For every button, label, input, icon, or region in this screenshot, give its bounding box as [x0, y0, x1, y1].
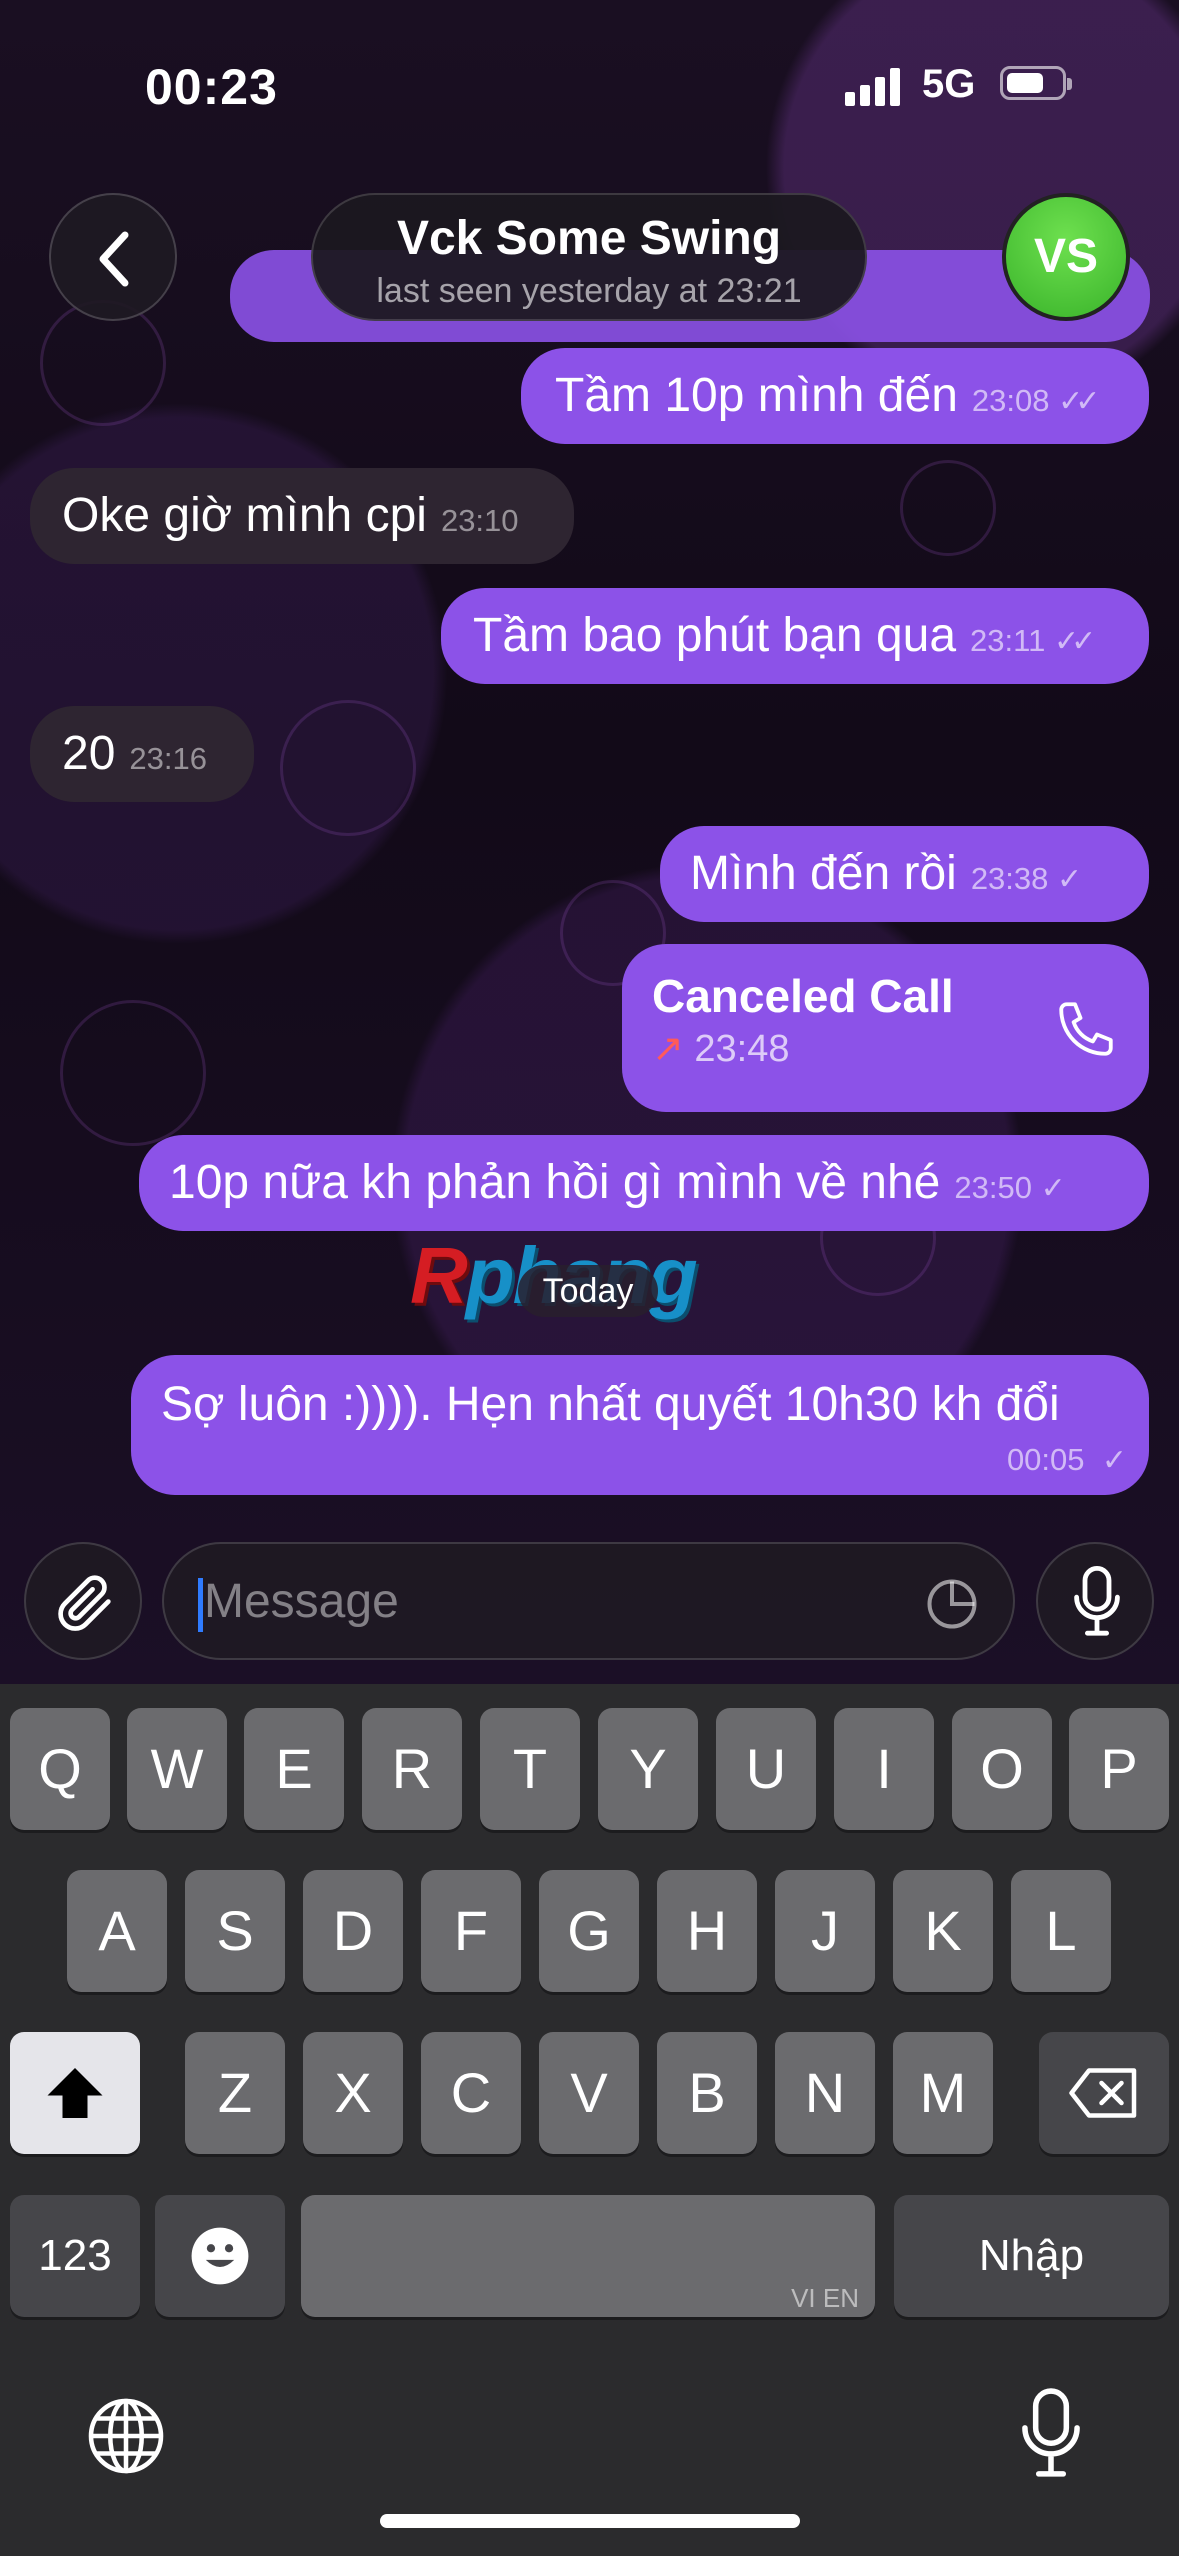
- network-type: 5G: [922, 62, 976, 106]
- key-n[interactable]: N: [775, 2032, 875, 2154]
- key-s[interactable]: S: [185, 1870, 285, 1992]
- shift-key[interactable]: [10, 2032, 140, 2154]
- key-a[interactable]: A: [67, 1870, 167, 1992]
- key-k[interactable]: K: [893, 1870, 993, 1992]
- key-g[interactable]: G: [539, 1870, 639, 1992]
- key-r[interactable]: R: [362, 1708, 462, 1830]
- message-time: 23:10: [440, 503, 519, 538]
- message-text: 10p nữa kh phản hồi gì mình về nhé: [169, 1156, 941, 1209]
- message-meta-row: 00:05 ✓: [161, 1435, 1127, 1481]
- back-button[interactable]: [49, 193, 177, 321]
- status-bar: 00:23 5G: [0, 0, 1179, 170]
- message-time: 23:16: [129, 741, 207, 776]
- key-j[interactable]: J: [775, 1870, 875, 1992]
- microphone-icon: [1074, 1566, 1120, 1636]
- key-p[interactable]: P: [1069, 1708, 1169, 1830]
- sent-tick-icon: ✓: [1057, 863, 1082, 896]
- emoji-icon: [191, 2227, 249, 2285]
- key-z[interactable]: Z: [185, 2032, 285, 2154]
- key-h[interactable]: H: [657, 1870, 757, 1992]
- sticker-icon[interactable]: [922, 1574, 982, 1634]
- key-i[interactable]: I: [834, 1708, 934, 1830]
- message-time: 23:48: [694, 1028, 790, 1070]
- date-separator: Today: [518, 1265, 658, 1317]
- backspace-key[interactable]: [1039, 2032, 1169, 2154]
- message-bubble-outgoing[interactable]: Tầm bao phút bạn qua 23:11 ✓✓: [441, 588, 1149, 684]
- message-text: Tầm bao phút bạn qua: [473, 609, 957, 662]
- doodle-decoration: [60, 1000, 206, 1146]
- voice-record-button[interactable]: [1036, 1542, 1154, 1660]
- globe-icon[interactable]: [84, 2394, 168, 2478]
- home-indicator[interactable]: [380, 2514, 800, 2528]
- key-u[interactable]: U: [716, 1708, 816, 1830]
- call-status-label: Canceled Call: [652, 970, 954, 1022]
- key-l[interactable]: L: [1011, 1870, 1111, 1992]
- language-hint: VI EN: [791, 2283, 859, 2313]
- avatar[interactable]: VS: [1002, 193, 1130, 321]
- read-ticks-icon: ✓✓: [1058, 385, 1100, 418]
- key-m[interactable]: M: [893, 2032, 993, 2154]
- message-text: Mình đến rồi: [690, 847, 957, 900]
- sent-tick-icon: ✓: [1101, 1444, 1127, 1477]
- message-time: 23:50 ✓: [954, 1170, 1066, 1205]
- dictation-microphone-icon[interactable]: [1016, 2388, 1086, 2480]
- backspace-icon: [1069, 2068, 1137, 2118]
- read-ticks-icon: ✓✓: [1053, 625, 1096, 658]
- key-e[interactable]: E: [244, 1708, 344, 1830]
- message-bubble-outgoing[interactable]: 10p nữa kh phản hồi gì mình về nhé 23:50 …: [139, 1135, 1149, 1231]
- message-placeholder: Message: [204, 1575, 399, 1628]
- key-w[interactable]: W: [127, 1708, 227, 1830]
- doodle-decoration: [280, 700, 416, 836]
- attach-button[interactable]: [24, 1542, 142, 1660]
- message-time: 23:38 ✓: [970, 861, 1082, 896]
- key-b[interactable]: B: [657, 2032, 757, 2154]
- text-caret: [198, 1578, 203, 1632]
- outgoing-arrow-icon: ↗: [652, 1028, 684, 1070]
- key-t[interactable]: T: [480, 1708, 580, 1830]
- key-c[interactable]: C: [421, 2032, 521, 2154]
- doodle-decoration: [900, 460, 996, 556]
- message-time: 00:05: [1006, 1442, 1085, 1477]
- message-input[interactable]: Message: [162, 1542, 1015, 1660]
- chat-title[interactable]: Vck Some Swing last seen yesterday at 23…: [311, 193, 867, 321]
- message-text: Tầm 10p mình đến: [555, 369, 958, 422]
- canceled-call-bubble[interactable]: Canceled Call ↗ 23:48: [622, 944, 1149, 1112]
- key-f[interactable]: F: [421, 1870, 521, 1992]
- message-bubble-outgoing[interactable]: Tầm 10p mình đến 23:08 ✓✓: [521, 348, 1149, 444]
- key-x[interactable]: X: [303, 2032, 403, 2154]
- return-key[interactable]: Nhập: [894, 2195, 1169, 2317]
- shift-arrow-icon: [47, 2068, 103, 2118]
- last-seen-status: last seen yesterday at 23:21: [376, 272, 802, 310]
- key-v[interactable]: V: [539, 2032, 639, 2154]
- key-y[interactable]: Y: [598, 1708, 698, 1830]
- message-time: 23:11 ✓✓: [970, 623, 1096, 658]
- sent-tick-icon: ✓: [1040, 1172, 1066, 1205]
- status-time: 00:23: [145, 59, 278, 115]
- signal-icon: [845, 66, 905, 106]
- message-bubble-outgoing[interactable]: Mình đến rồi 23:38 ✓: [660, 826, 1149, 922]
- message-bubble-incoming[interactable]: Oke giờ mình cpi 23:10: [30, 468, 574, 564]
- message-text: 20: [62, 727, 116, 780]
- key-d[interactable]: D: [303, 1870, 403, 1992]
- call-time-row: ↗ 23:48: [652, 1024, 1119, 1074]
- paperclip-icon: [58, 1575, 111, 1631]
- message-text: Sợ luôn :)))). Hẹn nhất quyết 10h30 kh đ…: [161, 1378, 1060, 1431]
- key-q[interactable]: Q: [10, 1708, 110, 1830]
- phone-icon[interactable]: [1053, 996, 1119, 1062]
- message-bubble-outgoing[interactable]: Sợ luôn :)))). Hẹn nhất quyết 10h30 kh đ…: [131, 1355, 1149, 1495]
- chevron-left-icon: [99, 231, 129, 287]
- battery-icon: [1000, 66, 1072, 100]
- key-o[interactable]: O: [952, 1708, 1052, 1830]
- contact-name: Vck Some Swing: [396, 212, 782, 265]
- message-text: Oke giờ mình cpi: [62, 489, 427, 542]
- space-bar[interactable]: VI EN: [301, 2195, 875, 2317]
- numbers-key[interactable]: 123: [10, 2195, 140, 2317]
- message-bubble-incoming[interactable]: 20 23:16: [30, 706, 254, 802]
- message-composer: Message: [0, 1520, 1179, 1684]
- keyboard: Q W E R T Y U I O P A S D F G H J K L Z …: [0, 1684, 1179, 2556]
- emoji-key[interactable]: [155, 2195, 285, 2317]
- message-time: 23:08 ✓✓: [971, 383, 1101, 418]
